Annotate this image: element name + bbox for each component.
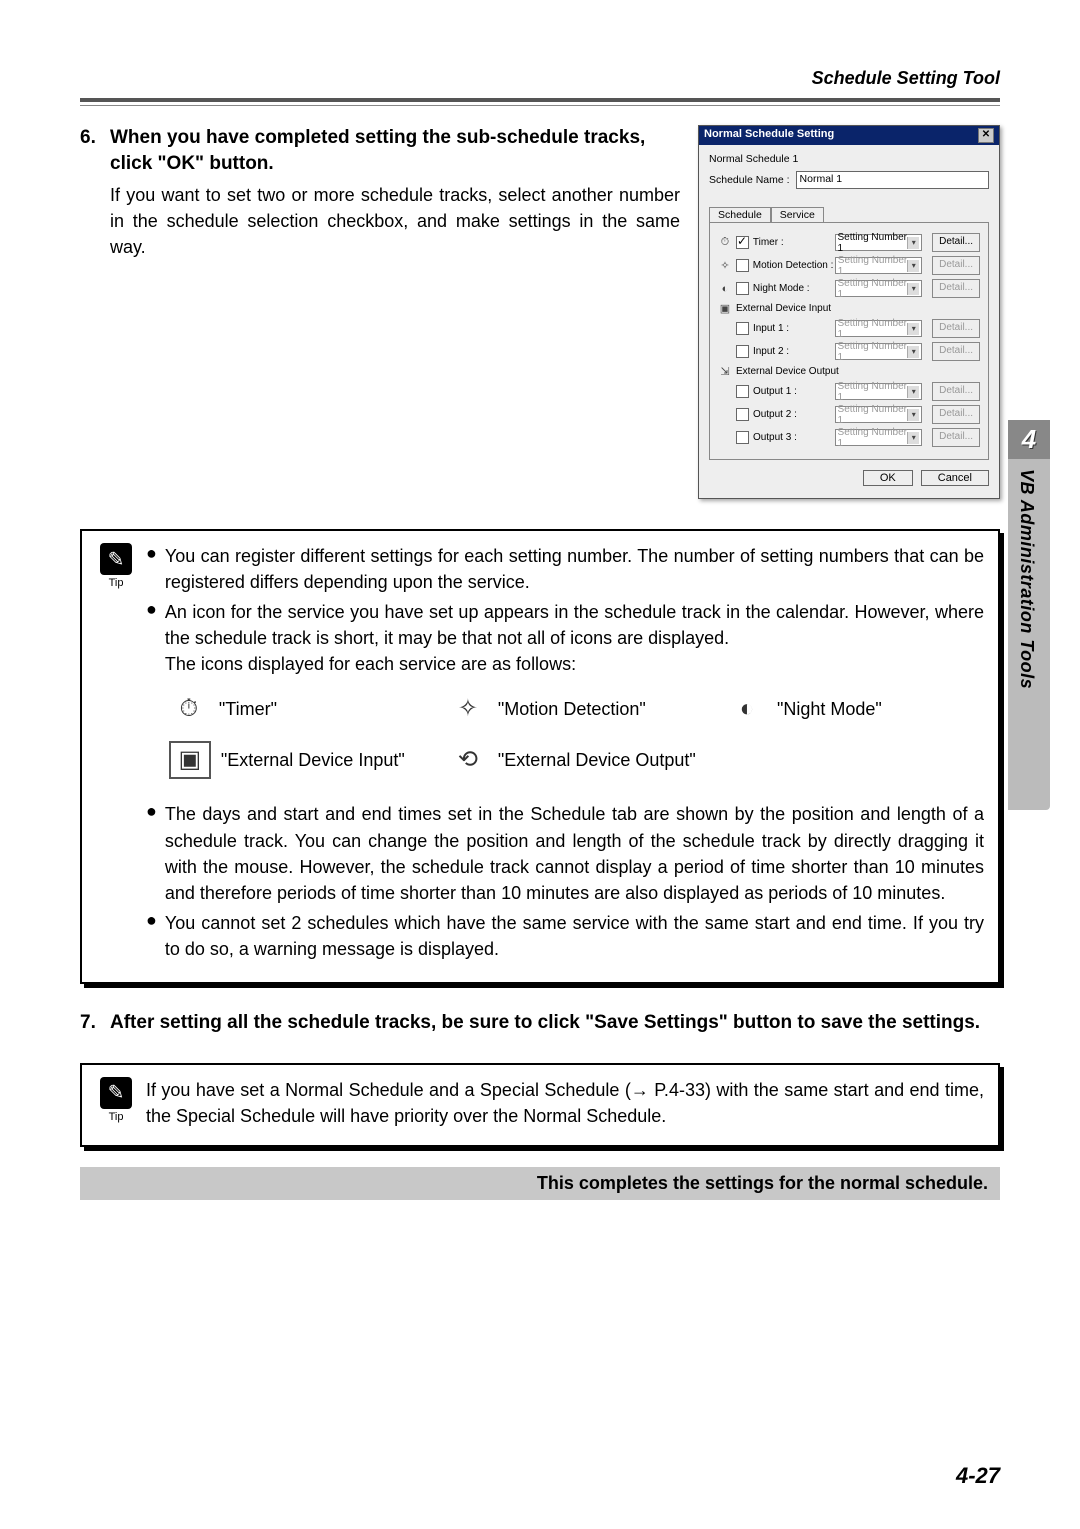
input1-select[interactable]: Setting Number 1▾ [835, 320, 923, 337]
input1-label: Input 1 : [753, 323, 831, 334]
header-rule-thin [80, 105, 1000, 106]
output2-checkbox[interactable] [736, 408, 749, 421]
tip-icon: ✎ [100, 1077, 132, 1109]
output1-label: Output 1 : [753, 386, 831, 397]
ok-button[interactable]: OK [863, 470, 913, 486]
output3-select[interactable]: Setting Number 1▾ [835, 429, 923, 446]
tab-schedule[interactable]: Schedule [709, 207, 771, 222]
schedule-setting-dialog: Normal Schedule Setting ✕ Normal Schedul… [698, 125, 1000, 499]
chevron-down-icon: ▾ [907, 323, 919, 335]
legend-ext-in-icon: ▣ [169, 741, 211, 779]
tip2-body: If you have set a Normal Schedule and a … [146, 1077, 984, 1129]
night-select[interactable]: Setting Number 1▾ [835, 280, 923, 297]
legend-night-icon: ◐ [727, 691, 767, 727]
tip-label: Tip [96, 577, 136, 589]
tip1-bullet-2: An icon for the service you have set up … [165, 602, 984, 648]
output3-checkbox[interactable] [736, 431, 749, 444]
icon-legend: ⏱ "Timer" ✧ "Motion Detection" ◐ "Night Mod… [169, 691, 984, 779]
service-tab-panel: ⏱ Timer : Setting Number 1▾ Detail... ✧ … [709, 222, 989, 460]
step7-number: 7. [80, 1010, 104, 1037]
legend-ext-out-icon: ⟲ [448, 742, 488, 778]
schedule-name-label: Schedule Name : [709, 174, 790, 186]
page: Schedule Setting Tool 4 VB Administratio… [0, 0, 1080, 1529]
timer-label: Timer : [753, 237, 831, 248]
legend-motion-icon: ✧ [448, 691, 488, 727]
motion-label: Motion Detection : [753, 260, 831, 271]
night-checkbox[interactable] [736, 282, 749, 295]
tip-box-1: ✎ Tip ●You can register different settin… [80, 529, 1000, 984]
step6-number: 6. [80, 125, 104, 176]
night-detail-button[interactable]: Detail... [932, 279, 980, 298]
completion-banner: This completes the settings for the norm… [80, 1167, 1000, 1200]
chevron-down-icon: ▾ [907, 237, 919, 249]
night-icon: ◐ [718, 283, 732, 295]
motion-checkbox[interactable] [736, 259, 749, 272]
input1-checkbox[interactable] [736, 322, 749, 335]
chapter-number: 4 [1008, 420, 1050, 459]
input2-detail-button[interactable]: Detail... [932, 342, 980, 361]
output1-select[interactable]: Setting Number 1▾ [835, 383, 923, 400]
chevron-down-icon: ▾ [907, 432, 919, 444]
timer-icon: ⏱ [718, 236, 732, 249]
step6-body: If you want to set two or more schedule … [110, 182, 680, 260]
tab-service[interactable]: Service [771, 207, 824, 222]
side-tab: 4 VB Administration Tools [1008, 420, 1050, 810]
legend-motion-label: "Motion Detection" [498, 696, 646, 722]
chevron-down-icon: ▾ [907, 283, 919, 295]
input2-label: Input 2 : [753, 346, 831, 357]
tip1-bullet-4: You cannot set 2 schedules which have th… [165, 910, 984, 962]
input2-select[interactable]: Setting Number 1▾ [835, 343, 923, 360]
page-number: 4-27 [956, 1463, 1000, 1489]
tip-icon: ✎ [100, 543, 132, 575]
schedule-name-input[interactable]: Normal 1 [796, 171, 989, 189]
legend-ext-in-label: "External Device Input" [221, 747, 405, 773]
timer-detail-button[interactable]: Detail... [932, 233, 980, 252]
running-header: Schedule Setting Tool [812, 68, 1000, 89]
tip1-bullet-3: The days and start and end times set in … [165, 801, 984, 905]
cancel-button[interactable]: Cancel [921, 470, 989, 486]
output1-detail-button[interactable]: Detail... [932, 382, 980, 401]
tip1-bullet-2b: The icons displayed for each service are… [165, 654, 576, 674]
chevron-down-icon: ▾ [907, 409, 919, 421]
dialog-subtitle: Normal Schedule 1 [709, 153, 989, 165]
step7-title: After setting all the schedule tracks, b… [110, 1010, 980, 1037]
input2-checkbox[interactable] [736, 345, 749, 358]
dialog-title: Normal Schedule Setting [704, 128, 834, 143]
output3-detail-button[interactable]: Detail... [932, 428, 980, 447]
chapter-label: VB Administration Tools [1008, 459, 1045, 699]
timer-select[interactable]: Setting Number 1▾ [835, 234, 923, 251]
tip1-bullet-1: You can register different settings for … [165, 543, 984, 595]
tip-box-2: ✎ Tip If you have set a Normal Schedule … [80, 1063, 1000, 1147]
output1-checkbox[interactable] [736, 385, 749, 398]
legend-timer-label: "Timer" [219, 696, 277, 722]
night-label: Night Mode : [753, 283, 831, 294]
close-icon[interactable]: ✕ [978, 128, 994, 143]
step6-title: When you have completed setting the sub-… [110, 125, 680, 176]
ext-input-icon: ▣ [718, 302, 732, 315]
output2-select[interactable]: Setting Number 1▾ [835, 406, 923, 423]
output2-detail-button[interactable]: Detail... [932, 405, 980, 424]
chevron-down-icon: ▾ [907, 386, 919, 398]
motion-select[interactable]: Setting Number 1▾ [835, 257, 922, 274]
legend-ext-out-label: "External Device Output" [498, 747, 696, 773]
ext-output-header: External Device Output [736, 366, 839, 377]
chevron-down-icon: ▾ [907, 260, 919, 272]
tip-label: Tip [96, 1111, 136, 1123]
timer-checkbox[interactable] [736, 236, 749, 249]
motion-detail-button[interactable]: Detail... [932, 256, 980, 275]
motion-icon: ✧ [718, 259, 732, 272]
ext-input-header: External Device Input [736, 303, 831, 314]
legend-night-label: "Night Mode" [777, 696, 882, 722]
chevron-down-icon: ▾ [907, 346, 919, 358]
header-rule-thick [80, 98, 1000, 102]
legend-timer-icon: ⏱ [169, 691, 209, 727]
output2-label: Output 2 : [753, 409, 831, 420]
ext-output-icon: ⇲ [718, 365, 732, 378]
output3-label: Output 3 : [753, 432, 831, 443]
input1-detail-button[interactable]: Detail... [932, 319, 980, 338]
